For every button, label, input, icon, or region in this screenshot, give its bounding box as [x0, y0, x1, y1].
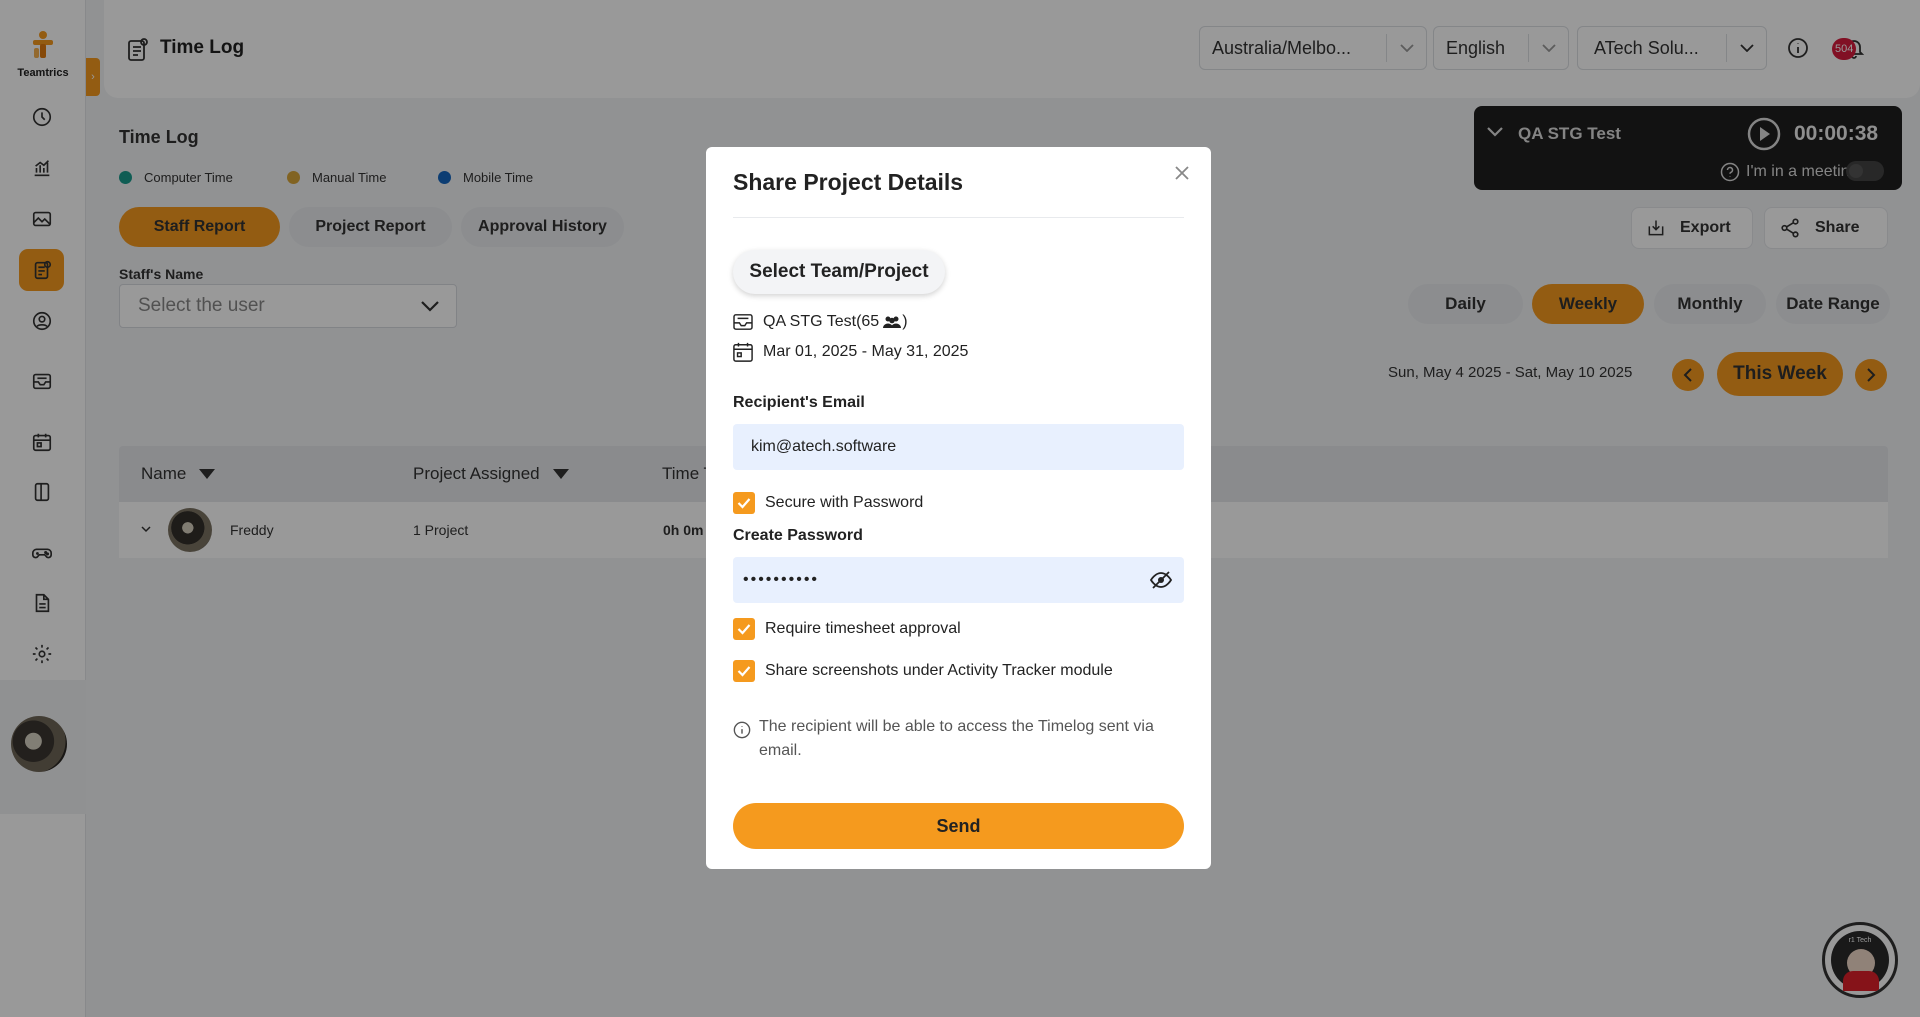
note-text: The recipient will be able to access the… [759, 718, 1154, 759]
secure-label: Secure with Password [765, 494, 924, 511]
screenshots-label: Share screenshots under Activity Tracker… [765, 662, 1113, 679]
modal-divider [733, 217, 1184, 218]
select-team-project-button[interactable]: Select Team/Project [733, 250, 945, 294]
inbox-icon [733, 314, 753, 330]
email-value: kim@atech.software [751, 438, 897, 455]
check-icon [737, 624, 751, 635]
timesheet-approval-checkbox[interactable]: Require timesheet approval [733, 618, 961, 640]
secure-password-checkbox[interactable]: Secure with Password [733, 492, 923, 514]
password-label: Create Password [733, 527, 863, 544]
checkbox-checked[interactable] [733, 618, 755, 640]
date-info: Mar 01, 2025 - May 31, 2025 [733, 342, 968, 362]
email-label: Recipient's Email [733, 394, 865, 411]
checkbox-checked[interactable] [733, 492, 755, 514]
password-value: •••••••••• [743, 571, 820, 588]
checkbox-checked[interactable] [733, 660, 755, 682]
date-span: Mar 01, 2025 - May 31, 2025 [763, 343, 969, 360]
project-suffix: ) [902, 313, 908, 330]
eye-off-icon[interactable] [1150, 571, 1172, 589]
calendar-icon [733, 342, 753, 362]
project-name: QA STG Test(65 [763, 313, 880, 330]
info-icon [733, 721, 751, 739]
recipient-note: The recipient will be able to access the… [733, 715, 1184, 763]
share-project-modal: Share Project Details Select Team/Projec… [706, 147, 1211, 869]
approval-label: Require timesheet approval [765, 620, 961, 637]
check-icon [737, 666, 751, 677]
close-icon[interactable] [1170, 161, 1194, 185]
team-icon [883, 316, 902, 328]
app-root: Teamtrics › Time Log Australia/Melbo... … [0, 0, 1920, 1017]
modal-title: Share Project Details [733, 169, 964, 195]
email-field[interactable]: kim@atech.software [733, 424, 1184, 470]
check-icon [737, 498, 751, 509]
password-field[interactable]: •••••••••• [733, 557, 1184, 603]
send-button[interactable]: Send [733, 803, 1184, 849]
project-info: QA STG Test(65 ) [733, 313, 908, 331]
share-screenshots-checkbox[interactable]: Share screenshots under Activity Tracker… [733, 660, 1113, 682]
